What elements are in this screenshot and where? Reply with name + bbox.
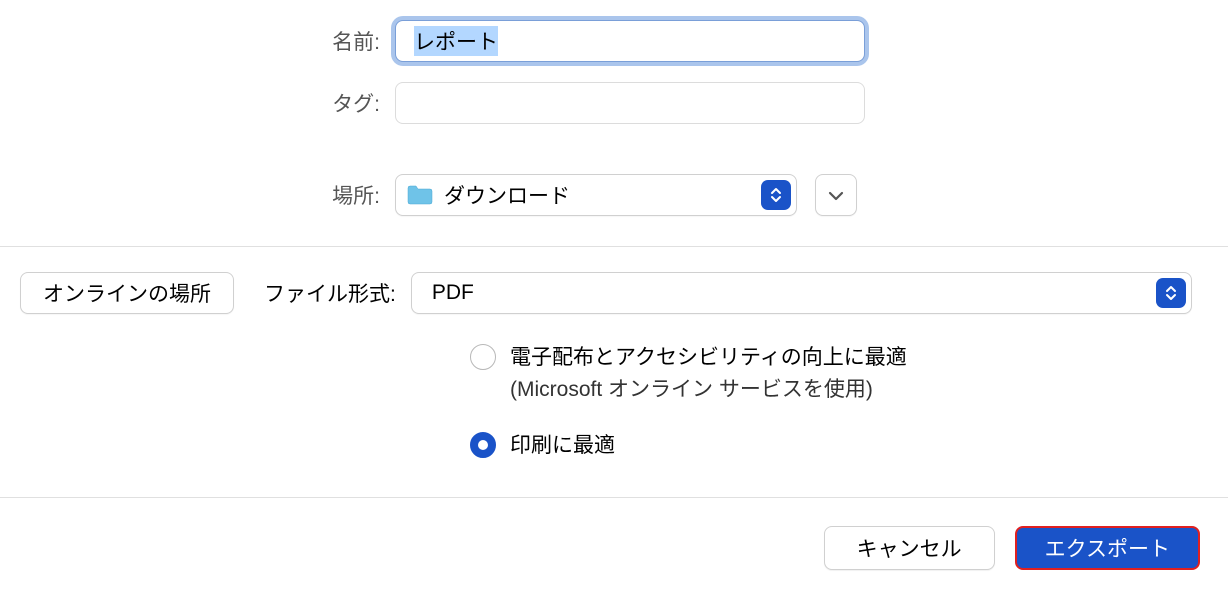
tags-label: タグ: <box>20 88 395 118</box>
expand-button[interactable] <box>815 174 857 216</box>
location-value: ダウンロード <box>444 180 761 210</box>
name-label: 名前: <box>20 26 395 56</box>
radio-selected-icon <box>470 432 496 458</box>
cancel-button[interactable]: キャンセル <box>824 526 995 570</box>
radio-online-text: 電子配布とアクセシビリティの向上に最適 (Microsoft オンライン サービ… <box>510 342 907 405</box>
file-format-select[interactable]: PDF <box>411 272 1192 314</box>
location-select[interactable]: ダウンロード <box>395 174 797 216</box>
export-button[interactable]: エクスポート <box>1015 526 1200 570</box>
online-location-button[interactable]: オンラインの場所 <box>20 272 234 314</box>
radio-print-text: 印刷に最適 <box>510 430 615 462</box>
chevron-down-icon <box>828 184 844 207</box>
file-format-label: ファイル形式: <box>264 278 396 308</box>
radio-unselected-icon <box>470 344 496 370</box>
radio-option-print[interactable]: 印刷に最適 <box>470 430 1208 462</box>
location-label: 場所: <box>20 180 395 210</box>
tags-input[interactable] <box>395 82 865 124</box>
folder-icon <box>406 184 434 206</box>
file-format-value: PDF <box>432 281 1156 305</box>
updown-arrows-icon <box>761 180 791 210</box>
updown-arrows-icon <box>1156 278 1186 308</box>
radio-option-online[interactable]: 電子配布とアクセシビリティの向上に最適 (Microsoft オンライン サービ… <box>470 342 1208 405</box>
name-input[interactable] <box>395 20 865 62</box>
